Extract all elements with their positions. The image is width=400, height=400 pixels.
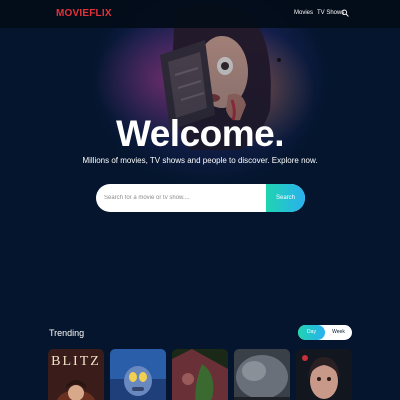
- app-logo[interactable]: MOVIEFLIX: [56, 8, 112, 19]
- hero-title: Welcome.: [115, 113, 285, 154]
- trending-poster-card[interactable]: [234, 349, 290, 400]
- nav-link-movies[interactable]: Movies: [294, 10, 313, 16]
- trending-poster-card[interactable]: [110, 349, 166, 400]
- trending-poster-card[interactable]: [172, 349, 228, 400]
- poster-image: [234, 349, 290, 400]
- trending-time-toggle: Day Week: [298, 325, 352, 340]
- search-button[interactable]: Search: [266, 184, 305, 212]
- search-input[interactable]: [96, 184, 266, 212]
- poster-title-text: BLITZ: [51, 354, 101, 369]
- tab-day[interactable]: Day: [298, 325, 325, 340]
- trending-poster-card[interactable]: [296, 349, 352, 400]
- top-navbar: MOVIEFLIX Movies TV Shows: [0, 0, 400, 28]
- tab-week[interactable]: Week: [325, 325, 352, 340]
- trending-poster-card[interactable]: BLITZ: [48, 349, 104, 400]
- trending-section-title: Trending: [49, 328, 85, 338]
- search-icon[interactable]: [341, 9, 349, 17]
- hero-subtitle: Millions of movies, TV shows and people …: [82, 156, 318, 165]
- poster-image: [172, 349, 228, 400]
- poster-image: [296, 349, 352, 400]
- poster-image: [110, 349, 166, 400]
